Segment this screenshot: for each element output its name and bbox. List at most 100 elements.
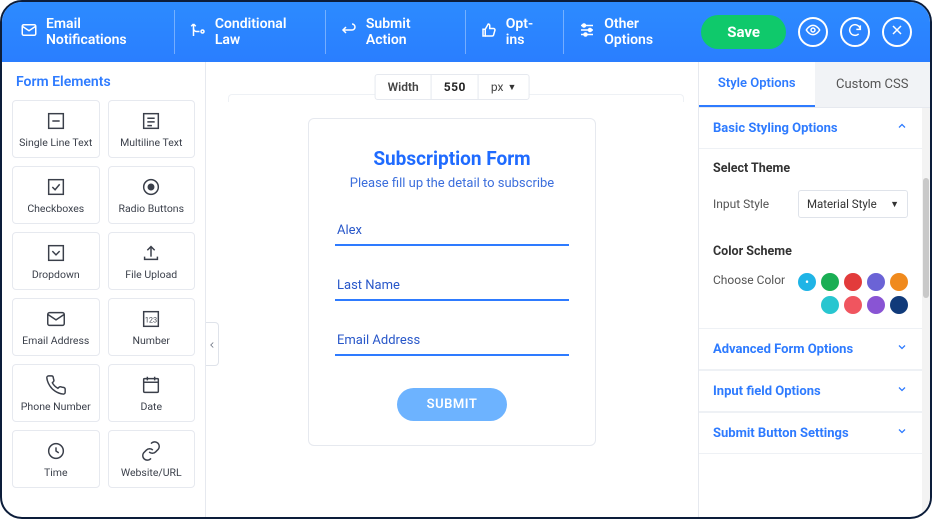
element-label: File Upload [125,268,177,281]
element-label: Website/URL [121,466,182,479]
toolbar-submit-action[interactable]: Submit Action [325,10,465,54]
width-value[interactable]: 550 [432,75,479,99]
width-unit-text: px [491,80,504,94]
toolbar-other-options[interactable]: Other Options [563,10,701,54]
form-submit-button[interactable]: SUBMIT [397,388,508,421]
phone-number-icon [45,374,67,396]
form-elements-title: Form Elements [2,62,205,100]
email-address-field[interactable] [335,327,569,356]
element-website-url[interactable]: Website/URL [108,430,196,488]
preview-button[interactable] [798,17,828,47]
chevron-down-icon [896,341,908,357]
element-phone-number[interactable]: Phone Number [12,364,100,422]
toolbar-right: Save [701,15,912,49]
choose-color-label: Choose Color [713,273,785,287]
canvas-area: Width 550 px ▼ Subscription Form Please … [206,62,698,517]
form-title: Subscription Form [335,147,569,170]
sliders-icon [578,21,596,43]
toolbar-conditional-law[interactable]: Conditional Law [174,10,325,54]
element-label: Email Address [22,334,89,347]
color-swatch[interactable] [821,296,839,314]
section-submit-button[interactable]: Submit Button Settings [699,412,922,454]
color-swatches [788,273,908,314]
thumbs-up-icon [480,21,498,43]
save-button[interactable]: Save [701,15,786,49]
number-icon: 123 [140,308,162,330]
input-style-label: Input Style [713,197,769,211]
width-control: Width 550 px ▼ [375,74,530,100]
dropdown-icon [45,242,67,264]
date-icon [140,374,162,396]
element-label: Dropdown [32,268,80,281]
element-label: Time [44,466,68,479]
file-upload-icon [140,242,162,264]
element-label: Checkboxes [27,202,84,215]
form-preview-card[interactable]: Subscription Form Please fill up the det… [308,118,596,446]
element-label: Number [132,334,170,347]
section-input-field[interactable]: Input field Options [699,370,922,412]
section-label: Submit Button Settings [713,426,849,441]
element-single-line-text[interactable]: Single Line Text [12,100,100,158]
color-swatch[interactable] [844,273,862,291]
panel-collapse-handle[interactable] [206,322,219,366]
chevron-up-icon [896,120,908,136]
element-label: Radio Buttons [118,202,184,215]
color-swatch[interactable] [821,273,839,291]
element-radio-buttons[interactable]: Radio Buttons [108,166,196,224]
color-swatch[interactable] [890,296,908,314]
color-swatch[interactable] [867,273,885,291]
chevron-down-icon [896,383,908,399]
element-dropdown[interactable]: Dropdown [12,232,100,290]
element-label: Date [140,400,162,413]
form-elements-panel: Form Elements Single Line Text Multiline … [2,62,206,517]
toolbar-optins[interactable]: Opt-ins [465,10,563,54]
element-checkboxes[interactable]: Checkboxes [12,166,100,224]
single-line-text-icon [45,110,67,132]
select-value: Material Style [807,197,877,211]
section-label: Advanced Form Options [713,342,853,357]
element-date[interactable]: Date [108,364,196,422]
tab-style-options[interactable]: Style Options [699,62,815,107]
element-number[interactable]: 123 Number [108,298,196,356]
width-unit-select[interactable]: px ▼ [479,75,529,99]
section-label: Input field Options [713,384,821,399]
close-button[interactable] [882,17,912,47]
main-area: Form Elements Single Line Text Multiline … [2,62,930,517]
close-icon [889,22,905,42]
element-time[interactable]: Time [12,430,100,488]
toolbar-label: Opt-ins [506,16,549,48]
toolbar-label: Email Notifications [46,16,160,48]
color-scheme-heading: Color Scheme [699,232,922,267]
width-label: Width [376,75,432,99]
color-swatch[interactable] [890,273,908,291]
color-swatch[interactable] [844,296,862,314]
first-name-field[interactable] [335,217,569,246]
input-style-row: Input Style Material Style ▼ [699,184,922,232]
last-name-field[interactable] [335,272,569,301]
select-theme-heading: Select Theme [699,149,922,184]
color-swatch[interactable] [798,273,816,291]
toolbar-email-notifications[interactable]: Email Notifications [20,10,174,54]
section-basic-styling[interactable]: Basic Styling Options [699,108,922,149]
input-style-select[interactable]: Material Style ▼ [798,190,908,218]
checkboxes-icon [45,176,67,198]
element-email-address[interactable]: Email Address [12,298,100,356]
branch-icon [189,21,207,43]
time-icon [45,440,67,462]
element-label: Single Line Text [19,136,92,149]
refresh-button[interactable] [840,17,870,47]
svg-text:123: 123 [145,315,157,324]
section-advanced-form[interactable]: Advanced Form Options [699,328,922,370]
color-swatch[interactable] [867,296,885,314]
element-file-upload[interactable]: File Upload [108,232,196,290]
eye-icon [805,22,821,42]
toolbar-label: Conditional Law [215,16,311,48]
radio-buttons-icon [140,176,162,198]
chevron-down-icon [896,425,908,441]
tab-custom-css[interactable]: Custom CSS [815,62,931,107]
style-tabs: Style Options Custom CSS [699,62,930,108]
submit-row: SUBMIT [335,388,569,421]
scrollbar[interactable] [922,108,930,517]
element-multiline-text[interactable]: Multiline Text [108,100,196,158]
top-toolbar: Email Notifications Conditional Law Subm… [2,2,930,62]
